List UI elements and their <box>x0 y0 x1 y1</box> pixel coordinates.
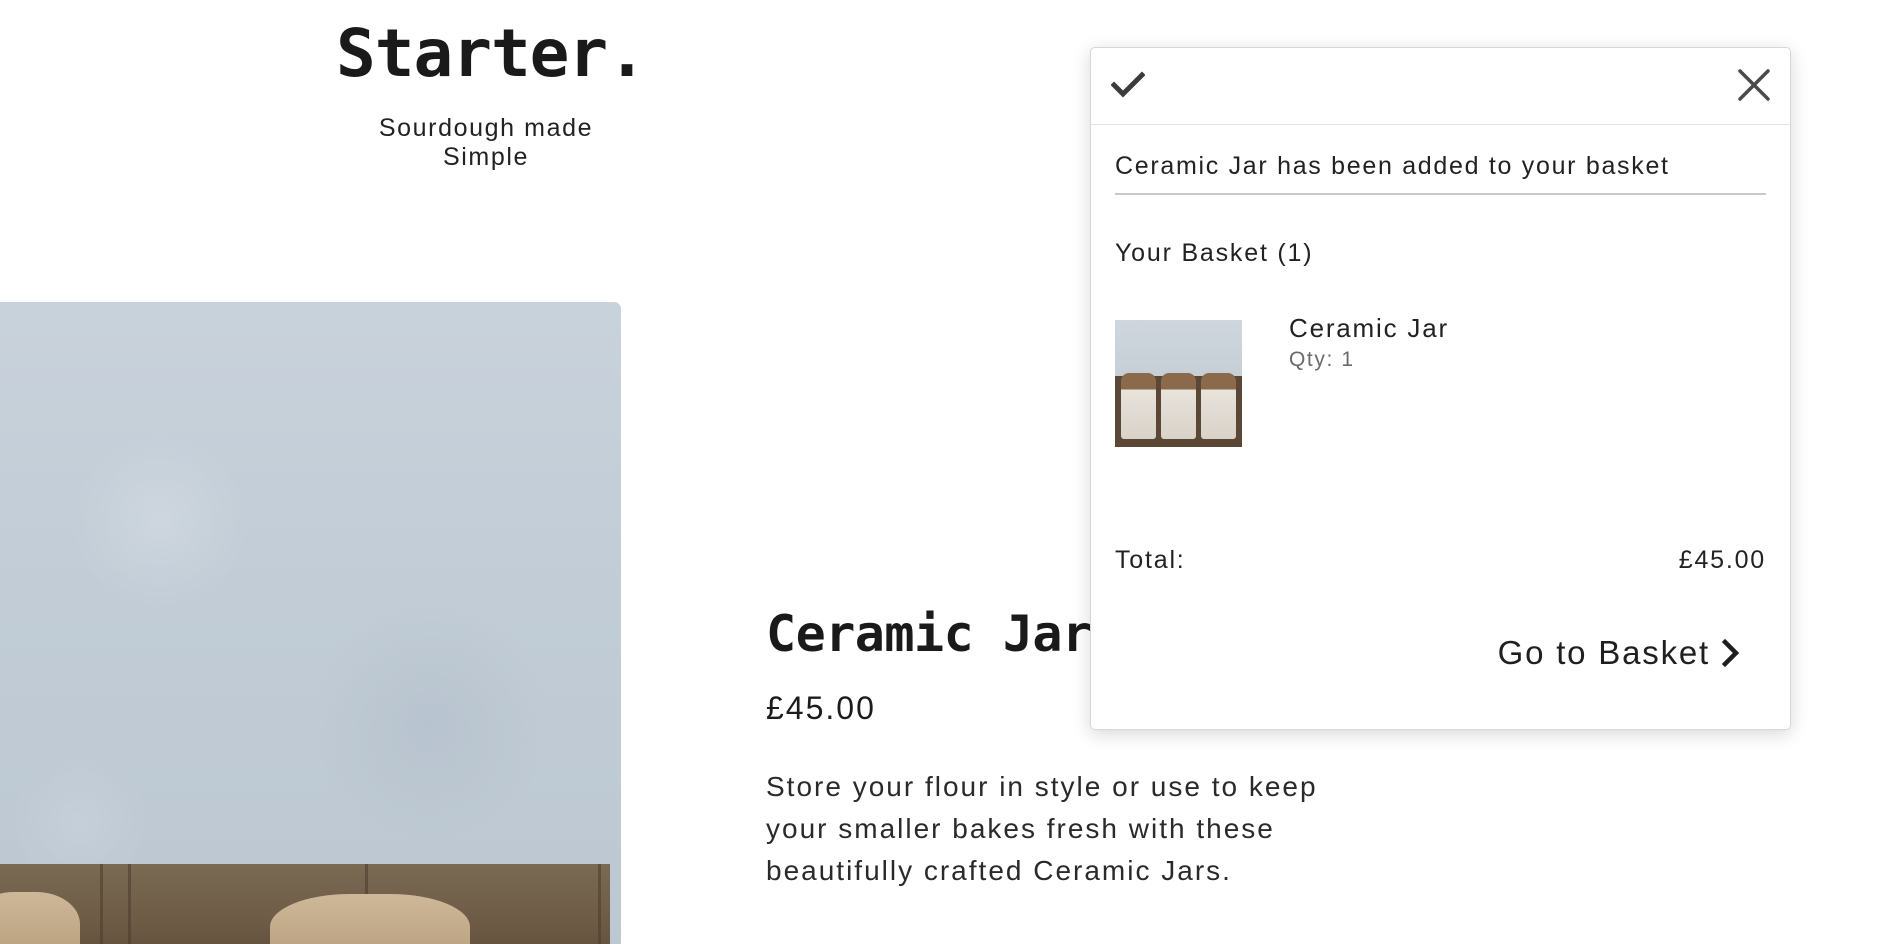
product-page: Starter. Sourdough made Simple Ceramic J… <box>0 0 1894 944</box>
product-price: £45.00 <box>766 690 876 726</box>
item-thumbnail[interactable] <box>1115 320 1242 447</box>
popup-header <box>1091 48 1790 125</box>
product-title: Ceramic Jar <box>766 605 1092 663</box>
total-value: £45.00 <box>1678 546 1766 574</box>
basket-popup: Ceramic Jar has been added to your baske… <box>1090 47 1791 730</box>
site-tagline: Sourdough made Simple <box>378 114 594 171</box>
close-icon[interactable] <box>1736 67 1772 103</box>
product-image <box>0 302 621 944</box>
basket-item-name[interactable]: Ceramic Jar <box>1289 313 1449 344</box>
brand-header: Starter. Sourdough made Simple <box>336 14 647 172</box>
total-label: Total: <box>1115 546 1186 574</box>
chevron-right-icon <box>1721 638 1740 668</box>
site-logo[interactable]: Starter. <box>336 14 647 94</box>
product-description: Store your flour in style or use to keep… <box>766 771 1318 886</box>
check-icon <box>1111 71 1145 98</box>
basket-heading: Your Basket (1) <box>1115 239 1314 267</box>
basket-item-qty: Qty: 1 <box>1289 348 1355 371</box>
added-to-basket-message: Ceramic Jar has been added to your baske… <box>1115 152 1766 195</box>
go-to-basket-label: Go to Basket <box>1497 634 1710 671</box>
go-to-basket-button[interactable]: Go to Basket <box>1498 634 1742 672</box>
